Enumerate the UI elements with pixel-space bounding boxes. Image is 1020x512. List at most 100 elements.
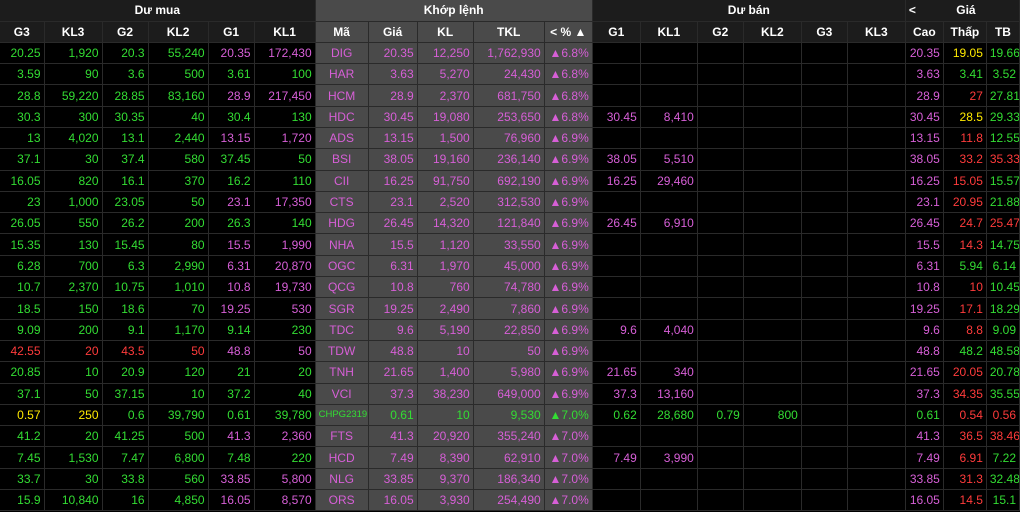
table-row[interactable]: 16.05 820 16.1 370 16.2 110 CII 16.25 91,750 692,… — [0, 170, 1020, 192]
table-row[interactable]: 15.35 130 15.45 80 15.5 1,990 NHA 15.5 1,120 33,5… — [0, 233, 1020, 256]
table-row[interactable]: 37.1 50 37.15 10 37.2 40 VCI 37.3 38,230 649,000 ▲… — [0, 383, 1020, 405]
table-row[interactable]: 26.05 550 26.2 200 26.3 140 HDG 26.45 14,320 121,… — [0, 212, 1020, 235]
cell-mã[interactable]: FTS — [315, 425, 369, 448]
cell-thấp: 28.5 — [943, 106, 987, 128]
table-row[interactable]: 6.28 700 6.3 2,990 6.31 20,870 OGC 6.31 1,970 45,… — [0, 255, 1020, 278]
cell-thấp: 27 — [943, 84, 987, 107]
cell-thấp: 31.3 — [943, 468, 987, 491]
table-row[interactable]: 9.09 200 9.1 1,170 9.14 230 TDC 9.6 5,190 22,850 ▲… — [0, 319, 1020, 341]
cell-g1: 16.25 — [592, 170, 641, 192]
cell-mã[interactable]: NHA — [315, 233, 369, 256]
header-4[interactable]: G1 — [208, 21, 255, 43]
header-12[interactable]: KL1 — [640, 21, 698, 43]
cell-mã[interactable]: BSI — [315, 148, 369, 171]
table-row[interactable]: 3.59 90 3.6 500 3.61 100 HAR 3.63 5,270 24,430 ▲6.… — [0, 63, 1020, 86]
table-row[interactable]: 37.1 30 37.4 580 37.45 50 BSI 38.05 19,160 236,14… — [0, 148, 1020, 171]
header-11[interactable]: G1 — [592, 21, 641, 43]
header-6[interactable]: Mã — [315, 21, 369, 43]
table-row[interactable]: 7.45 1,530 7.47 6,800 7.48 220 HCD 7.49 8,390 62,… — [0, 446, 1020, 469]
cell-%: ▲6.9% — [544, 297, 593, 320]
cell-giá: 16.25 — [368, 170, 418, 192]
cell-mã[interactable]: CHPG2319 — [315, 404, 369, 427]
cell-mã[interactable]: HCM — [315, 84, 369, 107]
cell-giá: 48.8 — [368, 340, 418, 363]
header-8[interactable]: KL — [417, 21, 474, 43]
cell-tkl: 254,490 — [473, 489, 545, 512]
cell-tkl: 50 — [473, 340, 545, 363]
cell-mã[interactable]: QCG — [315, 276, 369, 299]
cell-g1: 16.2 — [208, 170, 255, 192]
cell-mã[interactable]: HAR — [315, 63, 369, 86]
table-row[interactable]: 20.25 1,920 20.3 55,240 20.35 172,430 DIG 20.35… — [0, 42, 1020, 65]
cell-giá: 16.05 — [368, 489, 418, 512]
cell-kl3 — [847, 63, 906, 86]
cell-kl3 — [847, 489, 906, 512]
table-row[interactable]: 30.3 300 30.35 40 30.4 130 HDC 30.45 19,080 253,6… — [0, 106, 1020, 128]
cell-kl3: 700 — [44, 255, 103, 278]
header-19[interactable]: TB — [986, 21, 1020, 43]
header-14[interactable]: KL2 — [743, 21, 802, 43]
cell-kl1: 1,720 — [254, 127, 316, 150]
header-1[interactable]: KL3 — [44, 21, 103, 43]
cell-kl2: 70 — [148, 297, 209, 320]
header-0[interactable]: G3 — [0, 21, 45, 43]
cell-tb: 6.14 — [986, 255, 1020, 278]
cell-mã[interactable]: HDG — [315, 212, 369, 235]
cell-mã[interactable]: NLG — [315, 468, 369, 491]
table-row[interactable]: 0.57 250 0.6 39,790 0.61 39,780 CHPG2319 0.61 10… — [0, 404, 1020, 427]
header-15[interactable]: G3 — [801, 21, 848, 43]
cell-tb: 9.09 — [986, 319, 1020, 341]
table-row[interactable]: 41.2 20 41.25 500 41.3 2,360 FTS 41.3 20,920 355,… — [0, 425, 1020, 448]
cell-tb: 0.56 — [986, 404, 1020, 427]
header-18[interactable]: Thấp — [943, 21, 987, 43]
cell-mã[interactable]: ORS — [315, 489, 369, 512]
table-row[interactable]: 15.9 10,840 16 4,850 16.05 8,570 ORS 16.05 3,930… — [0, 489, 1020, 512]
sort-up-icon[interactable]: ▲ — [574, 25, 586, 39]
header-9[interactable]: TKL — [473, 21, 545, 43]
cell-kl1: 140 — [254, 212, 316, 235]
cell-tb: 25.47 — [986, 212, 1020, 235]
cell-g1: 20.35 — [208, 42, 255, 65]
cell-g3: 9.09 — [0, 319, 45, 341]
table-row[interactable]: 10.7 2,370 10.75 1,010 10.8 19,730 QCG 10.8 760 7… — [0, 276, 1020, 299]
table-row[interactable]: 33.7 30 33.8 560 33.85 5,800 NLG 33.85 9,370 186,… — [0, 468, 1020, 491]
cell-mã[interactable]: CII — [315, 170, 369, 192]
cell-mã[interactable]: HCD — [315, 446, 369, 469]
cell-g3 — [801, 468, 848, 491]
cell-kl2: 1,010 — [148, 276, 209, 299]
cell-mã[interactable]: HDC — [315, 106, 369, 128]
table-row[interactable]: 13 4,020 13.1 2,440 13.15 1,720 ADS 13.15 1,500 7… — [0, 127, 1020, 150]
table-row[interactable]: 18.5 150 18.6 70 19.25 530 SGR 19.25 2,490 7,860 ▲… — [0, 297, 1020, 320]
price-board: Dư mua Khớp lệnh Dư bán < Giá G3 KL3 G2 KL2… — [0, 0, 1020, 512]
cell-mã[interactable]: CTS — [315, 191, 369, 214]
cell-mã[interactable]: VCI — [315, 383, 369, 405]
table-row[interactable]: 20.85 10 20.9 120 21 20 TNH 21.65 1,400 5,980 ▲6.9… — [0, 361, 1020, 384]
cell-mã[interactable]: DIG — [315, 42, 369, 65]
header-3[interactable]: KL2 — [148, 21, 209, 43]
cell-tkl: 681,750 — [473, 84, 545, 107]
header-7[interactable]: Giá — [368, 21, 418, 43]
header-17[interactable]: Cao — [905, 21, 944, 43]
table-row[interactable]: 42.55 20 43.5 50 48.8 50 TDW 48.8 10 50 ▲6.9% 48.8 4… — [0, 340, 1020, 363]
cell-mã[interactable]: OGC — [315, 255, 369, 278]
header-2[interactable]: G2 — [102, 21, 149, 43]
cell-mã[interactable]: TDW — [315, 340, 369, 363]
cell-mã[interactable]: ADS — [315, 127, 369, 150]
cell-kl1: 2,360 — [254, 425, 316, 448]
header-16[interactable]: KL3 — [847, 21, 906, 43]
cell-mã[interactable]: SGR — [315, 297, 369, 320]
cell-mã[interactable]: TNH — [315, 361, 369, 384]
cell-kl2 — [743, 84, 802, 107]
header-13[interactable]: G2 — [697, 21, 744, 43]
cell-mã[interactable]: TDC — [315, 319, 369, 341]
chevron-left-icon[interactable]: < — [550, 25, 560, 39]
table-row[interactable]: 23 1,000 23.05 50 23.1 17,350 CTS 23.1 2,520 312,… — [0, 191, 1020, 214]
cell-giá: 26.45 — [368, 212, 418, 235]
cell-kl3 — [847, 84, 906, 107]
chevron-left-icon[interactable]: < — [909, 3, 916, 17]
cell-g1 — [592, 297, 641, 320]
header-10[interactable]: < % ▲ — [544, 21, 593, 43]
cell-thấp: 20.95 — [943, 191, 987, 214]
table-row[interactable]: 28.8 59,220 28.85 83,160 28.9 217,450 HCM 28.9 2… — [0, 84, 1020, 107]
header-5[interactable]: KL1 — [254, 21, 316, 43]
